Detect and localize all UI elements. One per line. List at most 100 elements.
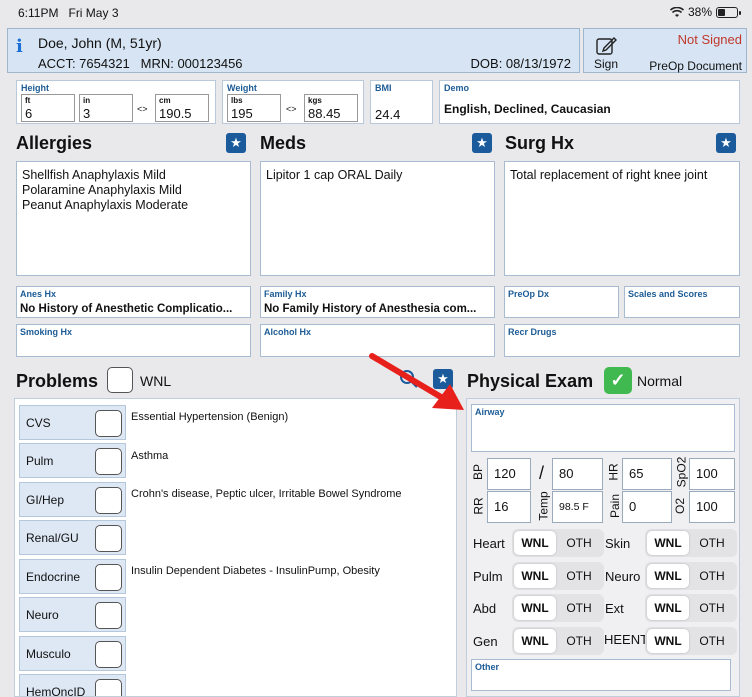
pulm-toggle[interactable]: WNL OTH xyxy=(512,562,604,590)
height-ft-field[interactable]: ft 6 xyxy=(21,94,75,122)
bp-label: BP xyxy=(471,463,486,481)
preop-dx-card[interactable]: PreOp Dx xyxy=(504,286,619,318)
demo-card[interactable]: Demo English, Declined, Caucasian xyxy=(439,80,740,124)
o2-label: O2 xyxy=(673,497,688,515)
star-icon[interactable]: ★ xyxy=(716,133,736,153)
exam-label-ext: Ext xyxy=(605,601,624,616)
problem-row-cvs[interactable]: CVS xyxy=(19,405,126,440)
meds-box[interactable]: Lipitor 1 cap ORAL Daily xyxy=(260,161,495,276)
problems-panel: CVS Essential Hypertension (Benign) Pulm… xyxy=(14,398,457,697)
problem-checkbox[interactable] xyxy=(95,448,122,475)
problem-checkbox[interactable] xyxy=(95,487,122,514)
height-card: Height ft 6 in 3 <> cm 190.5 xyxy=(16,80,216,124)
recr-drugs-card[interactable]: Recr Drugs xyxy=(504,324,740,357)
patient-ids: ACCT: 7654321 MRN: 000123456 xyxy=(38,56,243,71)
problem-row-endocrine[interactable]: Endocrine xyxy=(19,559,126,594)
meds-title: Meds xyxy=(260,133,307,153)
problem-desc: Insulin Dependent Diabetes - InsulinPump… xyxy=(131,565,380,577)
status-right: 38% xyxy=(669,5,741,19)
weight-label: Weight xyxy=(227,83,257,93)
patient-name: Doe, John (M, 51yr) xyxy=(38,35,162,51)
pencil-square-icon[interactable] xyxy=(596,35,618,55)
problem-checkbox[interactable] xyxy=(95,641,122,668)
rr-label: RR xyxy=(471,497,486,515)
physical-exam-title: Physical Exam xyxy=(467,371,594,391)
problems-wnl-checkbox[interactable] xyxy=(107,367,133,393)
scales-scores-card[interactable]: Scales and Scores xyxy=(624,286,740,318)
surg-hx-title: Surg Hx xyxy=(505,133,575,153)
skin-toggle[interactable]: WNL OTH xyxy=(645,529,737,557)
list-item: Shellfish Anaphylaxis Mild xyxy=(22,168,166,182)
bp-diastolic-field[interactable]: 80 xyxy=(552,458,603,490)
spo2-label: SpO2 xyxy=(674,456,689,488)
status-bar: 6:11PM Fri May 3 38% xyxy=(0,0,752,26)
weight-convert-icon[interactable]: <> xyxy=(286,104,297,114)
weight-card: Weight lbs 195 <> kgs 88.45 xyxy=(222,80,364,124)
anes-hx-card[interactable]: Anes Hx No History of Anesthetic Complic… xyxy=(16,286,251,318)
heent-toggle[interactable]: WNL OTH xyxy=(645,627,737,655)
sign-status: Not Signed xyxy=(677,32,742,47)
hr-label: HR xyxy=(606,463,621,481)
heart-toggle[interactable]: WNL OTH xyxy=(512,529,604,557)
list-item: Total replacement of right knee joint xyxy=(510,168,708,182)
height-cm-field[interactable]: cm 190.5 xyxy=(155,94,209,122)
bmi-card: BMI 24.4 xyxy=(370,80,433,124)
smoking-hx-card[interactable]: Smoking Hx xyxy=(16,324,251,357)
ext-toggle[interactable]: WNL OTH xyxy=(645,594,737,622)
problems-wnl-label: WNL xyxy=(140,373,172,389)
airway-field[interactable]: Airway xyxy=(471,404,735,452)
problem-row-musculo[interactable]: Musculo xyxy=(19,636,126,671)
allergies-list: Shellfish Anaphylaxis Mild Polaramine An… xyxy=(22,168,188,213)
rr-field[interactable]: 16 xyxy=(487,491,531,523)
demo-label: Demo xyxy=(444,83,470,93)
sign-panel: Sign Not Signed PreOp Document xyxy=(583,28,747,73)
height-in-field[interactable]: in 3 xyxy=(79,94,133,122)
problem-row-pulm[interactable]: Pulm xyxy=(19,443,126,478)
meds-list: Lipitor 1 cap ORAL Daily xyxy=(266,168,402,183)
problem-row-hemoncid[interactable]: HemOncID xyxy=(19,674,126,696)
neuro-toggle[interactable]: WNL OTH xyxy=(645,562,737,590)
temp-field[interactable]: 98.5 F xyxy=(552,491,603,523)
spo2-field[interactable]: 100 xyxy=(689,458,735,490)
gen-toggle[interactable]: WNL OTH xyxy=(512,627,604,655)
info-icon[interactable]: i xyxy=(16,36,23,57)
problem-row-gihep[interactable]: GI/Hep xyxy=(19,482,126,517)
hr-field[interactable]: 65 xyxy=(622,458,672,490)
weight-kgs-field[interactable]: kgs 88.45 xyxy=(304,94,358,122)
family-hx-card[interactable]: Family Hx No Family History of Anesthesi… xyxy=(260,286,495,318)
star-icon[interactable]: ★ xyxy=(472,133,492,153)
status-time: 6:11PM Fri May 3 xyxy=(18,6,119,20)
sign-button[interactable]: Sign xyxy=(594,57,618,71)
list-item: Polaramine Anaphylaxis Mild xyxy=(22,183,182,197)
patient-dob: DOB: 08/13/1972 xyxy=(470,56,571,71)
problem-checkbox[interactable] xyxy=(95,602,122,629)
weight-lbs-field[interactable]: lbs 195 xyxy=(227,94,281,122)
problem-checkbox[interactable] xyxy=(95,679,122,696)
exam-label-heart: Heart xyxy=(473,536,505,551)
surg-hx-box[interactable]: Total replacement of right knee joint xyxy=(504,161,740,276)
allergies-box[interactable]: Shellfish Anaphylaxis Mild Polaramine An… xyxy=(16,161,251,276)
o2-field[interactable]: 100 xyxy=(689,491,735,523)
exam-label-neuro: Neuro xyxy=(605,569,641,584)
problem-row-renal[interactable]: Renal/GU xyxy=(19,520,126,555)
problem-checkbox[interactable] xyxy=(95,410,122,437)
battery-icon xyxy=(716,6,741,18)
bp-systolic-field[interactable]: 120 xyxy=(487,458,531,490)
problem-checkbox[interactable] xyxy=(95,564,122,591)
height-convert-icon[interactable]: <> xyxy=(137,104,148,114)
problem-row-neuro[interactable]: Neuro xyxy=(19,597,126,632)
problem-desc: Asthma xyxy=(131,450,169,462)
star-icon[interactable]: ★ xyxy=(226,133,246,153)
temp-label: Temp xyxy=(536,491,551,521)
surg-hx-list: Total replacement of right knee joint xyxy=(510,168,707,183)
problem-checkbox[interactable] xyxy=(95,525,122,552)
document-type: PreOp Document xyxy=(649,59,742,73)
patient-header[interactable]: i Doe, John (M, 51yr) ACCT: 7654321 MRN:… xyxy=(7,28,580,73)
abd-toggle[interactable]: WNL OTH xyxy=(512,594,604,622)
battery-percent: 38% xyxy=(687,5,712,19)
exam-label-gen: Gen xyxy=(473,634,498,649)
pain-field[interactable]: 0 xyxy=(622,491,672,523)
other-field[interactable]: Other xyxy=(471,659,731,691)
allergies-title: Allergies xyxy=(16,133,93,153)
check-icon[interactable]: ✓ xyxy=(604,367,632,394)
